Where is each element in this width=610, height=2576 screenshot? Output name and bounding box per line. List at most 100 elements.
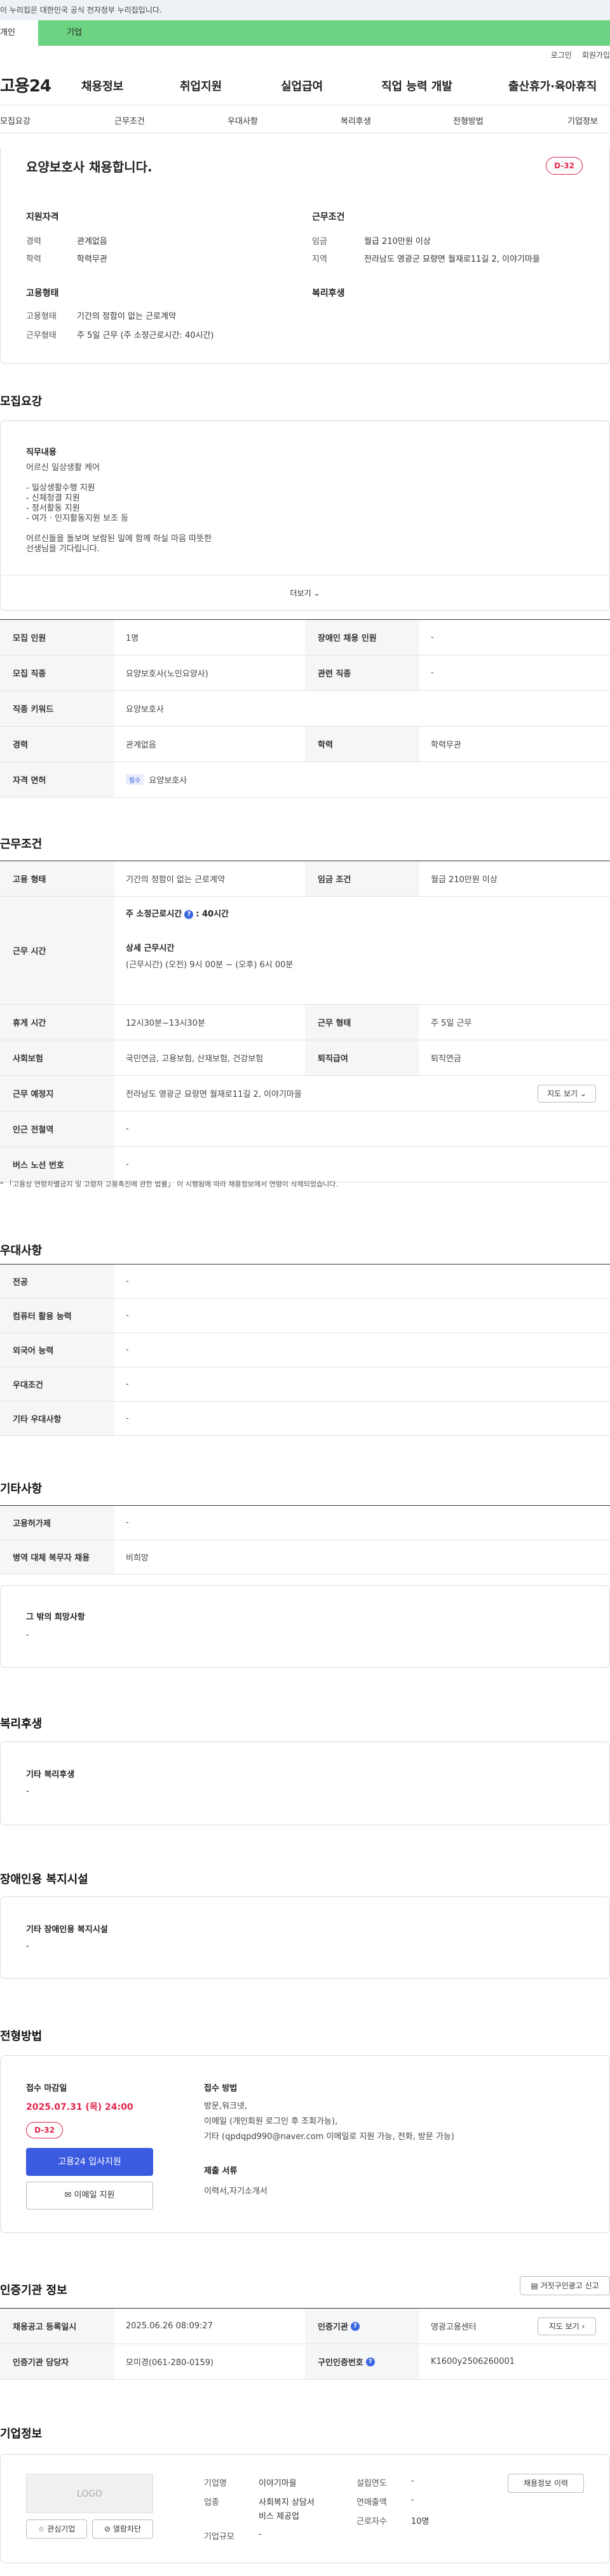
- section-subnav: 모집요강 근무조건 우대사항 복리후생 전형방법 기업정보: [0, 105, 610, 133]
- info-icon[interactable]: ?: [350, 2321, 360, 2331]
- weekly-hours-value: : 40시간: [196, 909, 229, 919]
- table-td: 비희망: [126, 1553, 149, 1563]
- global-nav: 고용24 채용정보 취업지원 실업급여 직업 능력 개발 출산휴가·육아휴직: [0, 65, 610, 105]
- established-value: -: [411, 2476, 414, 2486]
- disabled-box-value: -: [26, 1942, 29, 1951]
- gnb-item-employment-support[interactable]: 취업지원: [180, 77, 222, 94]
- more-button[interactable]: 더보기 ⌄: [1, 575, 609, 610]
- table-td: -: [126, 1311, 129, 1320]
- subnav-welfare[interactable]: 복리후생: [341, 114, 371, 126]
- table-td: -: [126, 1124, 129, 1134]
- welfare-box-title: 기타 복리후생: [26, 1770, 75, 1780]
- table-th: 근무 시간: [0, 897, 114, 1004]
- login-link[interactable]: 로그인: [551, 51, 572, 60]
- work-section-title: 근무조건: [0, 838, 43, 851]
- report-ad-button[interactable]: ▤ 거짓구인광고 신고: [520, 2276, 610, 2295]
- subnav-recruit[interactable]: 모집요강: [0, 114, 30, 126]
- edu-value: 학력무관: [77, 255, 107, 264]
- table-th: 사회보험: [0, 1040, 114, 1075]
- edu-label: 학력: [26, 255, 41, 264]
- employees-value: 10명: [411, 2517, 430, 2526]
- employees-label: 근로자수: [356, 2517, 387, 2526]
- career-label: 경력: [26, 237, 41, 246]
- table-row: 외국어 능력 -: [0, 1333, 610, 1367]
- hours-cell: 주 소정근로시간?: 40시간 상세 근무시간 (근무시간) (오전) 9시 0…: [114, 897, 610, 1004]
- info-icon[interactable]: ?: [184, 909, 194, 919]
- region-value: 전라남도 영광군 묘량면 월재로11길 2, 이야기마을: [364, 255, 540, 264]
- table-row: 휴게 시간 12시30분~13시30분 근무 형태 주 5일 근무: [0, 1005, 610, 1040]
- table-td: -: [126, 1277, 129, 1286]
- chevron-down-icon: ⌄: [313, 589, 320, 598]
- job-title: 요양보호사 채용합니다.: [26, 159, 152, 175]
- subnav-apply[interactable]: 전형방법: [453, 114, 484, 126]
- table-td: 12시30분~13시30분: [126, 1019, 205, 1028]
- duty-line: - 신체청결 지원: [26, 493, 80, 503]
- cond-title: 근무조건: [312, 212, 345, 222]
- document-icon: ▤: [531, 2281, 538, 2290]
- apply-online-button[interactable]: 고용24 입사지원: [26, 2148, 153, 2176]
- table-th: 휴게 시간: [0, 1005, 114, 1040]
- method-list: 방문,워크넷, 이메일 (개인회원 로그인 후 조회가능), 기타 (qpdqp…: [204, 2099, 454, 2145]
- tab-company[interactable]: 기업: [38, 20, 610, 46]
- agency-table: 채용공고 등록일시 2025.06.26 08:09:27 인증기관? 영광고용…: [0, 2308, 610, 2380]
- table-row: 사회보험 국민연금, 고용보험, 산재보험, 건강보험 퇴직급여 퇴직연금: [0, 1040, 610, 1076]
- worktype-value: 주 5일 근무 (주 소정근로시간: 40시간): [77, 331, 214, 340]
- subnav-company[interactable]: 기업정보: [567, 114, 598, 126]
- table-td: 요양보호사: [126, 705, 164, 714]
- company-logo: LOGO: [26, 2474, 153, 2513]
- welfare-title: 복리후생: [312, 288, 345, 299]
- table-th: 근무 예정지: [0, 1076, 114, 1111]
- table-th: 퇴직급여: [305, 1040, 419, 1075]
- tab-personal[interactable]: 개인: [0, 20, 38, 46]
- table-th: 자격 면허: [0, 762, 114, 797]
- gnb-item-jobs[interactable]: 채용정보: [81, 77, 123, 94]
- map-button-label: 지도 보기: [547, 1089, 578, 1098]
- util-links: 로그인 회원가입: [0, 46, 610, 65]
- duty-line: 어르신들을 돌보며 보람된 일에 함께 하실 마음 따뜻한: [26, 534, 212, 544]
- company-size-value: -: [259, 2530, 262, 2539]
- etc-box-value: -: [26, 1630, 29, 1640]
- table-td: -: [126, 1379, 129, 1389]
- welfare-box: 기타 복리후생 -: [0, 1741, 610, 1825]
- deadline-date: 2025.07.31 (목) 24:00: [26, 2102, 133, 2112]
- block-label: 열람차단: [112, 2525, 142, 2533]
- apply-card: 접수 마감일 2025.07.31 (목) 24:00 D-32 고용24 입사…: [0, 2055, 610, 2233]
- signup-link[interactable]: 회원가입: [582, 51, 610, 60]
- weekly-hours-label: 주 소정근로시간: [126, 909, 182, 919]
- agency-section-title: 인증기관 정보: [0, 2284, 67, 2297]
- gnb-item-unemployment-benefit[interactable]: 실업급여: [281, 77, 323, 94]
- email-apply-button[interactable]: ✉ 이메일 지원: [26, 2182, 153, 2210]
- member-type-tabs: 개인 기업: [0, 20, 610, 46]
- table-th: 근무 형태: [305, 1005, 419, 1040]
- table-td: 월급 210만원 이상: [431, 875, 498, 885]
- table-row: 버스 노선 번호 -: [0, 1147, 610, 1183]
- table-td: 전라남도 영광군 묘량면 월재로11길 2, 이야기마을: [126, 1090, 302, 1099]
- method-item: 방문,워크넷,: [204, 2102, 248, 2111]
- table-th: 인증기관 담당자: [0, 2344, 114, 2379]
- table-td: 퇴직연금: [431, 1054, 461, 1064]
- table-row: 인근 전철역 -: [0, 1111, 610, 1147]
- recruit-section-title: 모집요강: [0, 395, 43, 408]
- table-td: 국민연금, 고용보험, 산재보험, 건강보험: [126, 1054, 264, 1064]
- summary-card: 요양보호사 채용합니다. D-32 지원자격 근무조건 경력 관계없음 학력 학…: [0, 148, 610, 364]
- subnav-work[interactable]: 근무조건: [114, 114, 145, 126]
- gnb-item-job-training[interactable]: 직업 능력 개발: [381, 77, 452, 94]
- agency-map-button[interactable]: 지도 보기 ›: [538, 2318, 596, 2335]
- info-icon[interactable]: ?: [365, 2357, 375, 2366]
- gnb-item-parental-leave[interactable]: 출산휴가·육아휴직: [508, 77, 597, 94]
- method-item: 이메일 (개인회원 로그인 후 조회가능),: [204, 2117, 338, 2126]
- apply-section-title: 전형방법: [0, 2030, 43, 2043]
- favorite-company-button[interactable]: ☆ 관심기업: [26, 2519, 87, 2539]
- block-view-button[interactable]: ⊘ 열람차단: [92, 2519, 153, 2539]
- map-button[interactable]: 지도 보기 ⌄: [538, 1085, 596, 1103]
- table-td: 주 5일 근무: [431, 1019, 472, 1028]
- site-logo[interactable]: 고용24: [0, 73, 83, 97]
- hours-detail: (근무시간) (오전) 9시 00분 ~ (오후) 6시 00분: [126, 960, 294, 970]
- disabled-box-title: 기타 장애인용 복지시설: [26, 1925, 108, 1935]
- job-history-button[interactable]: 채용정보 이력: [508, 2474, 584, 2493]
- duty-line: 어르신 일상생활 케어: [26, 463, 100, 473]
- table-th: 전공: [0, 1265, 114, 1298]
- disabled-box: 기타 장애인용 복지시설 -: [0, 1896, 610, 1979]
- subnav-pref[interactable]: 우대사항: [227, 114, 258, 126]
- company-name-value: 이야기마을: [259, 2479, 297, 2488]
